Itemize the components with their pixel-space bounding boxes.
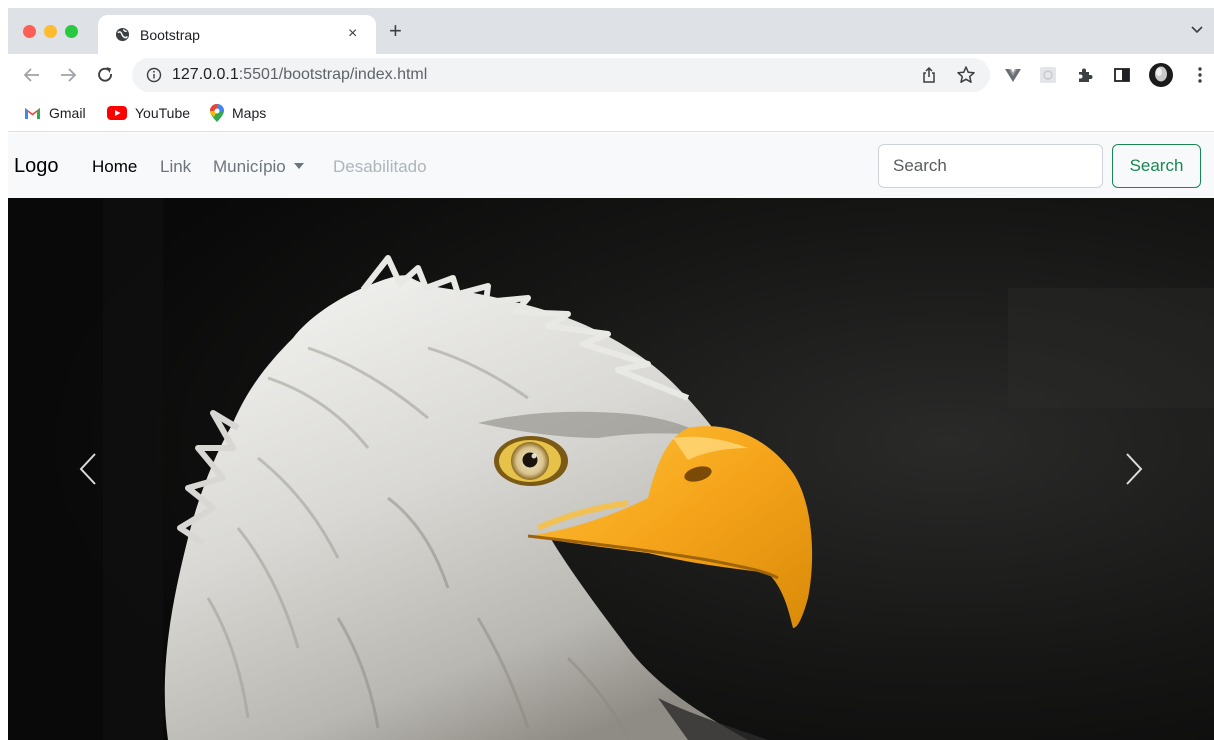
profile-avatar-icon[interactable] xyxy=(1148,62,1174,88)
navbar-brand[interactable]: Logo xyxy=(14,155,59,178)
carousel xyxy=(8,198,1214,740)
carousel-next-button[interactable] xyxy=(1054,198,1214,740)
close-tab-icon[interactable]: × xyxy=(348,25,357,43)
window-controls xyxy=(23,25,78,38)
nav-dropdown-label: Município xyxy=(213,157,286,176)
url-text: 127.0.0.1:5501/bootstrap/index.html xyxy=(172,66,427,84)
tab-strip: Bootstrap × + xyxy=(8,8,1214,54)
tab-title: Bootstrap xyxy=(140,27,200,43)
globe-icon xyxy=(115,27,130,42)
nav-dropdown-municipio[interactable]: Município xyxy=(213,157,304,177)
carousel-prev-button[interactable] xyxy=(8,198,168,740)
carousel-next-icon xyxy=(1126,453,1143,485)
bookmark-maps[interactable]: Maps xyxy=(210,103,266,123)
puzzle-extensions-icon[interactable] xyxy=(1075,65,1095,85)
bookmark-gmail[interactable]: Gmail xyxy=(24,103,86,123)
carousel-prev-icon xyxy=(79,453,96,485)
maps-icon xyxy=(210,104,224,122)
minimize-window-button[interactable] xyxy=(44,25,57,38)
vue-devtools-icon[interactable] xyxy=(1003,65,1023,85)
bookmarks-bar: Gmail YouTube Maps xyxy=(8,96,1214,132)
zoom-window-button[interactable] xyxy=(65,25,78,38)
browser-toolbar: 127.0.0.1:5501/bootstrap/index.html xyxy=(8,54,1214,96)
bookmark-label: Maps xyxy=(232,105,267,121)
more-menu-icon[interactable] xyxy=(1190,65,1210,85)
url-host: 127.0.0.1 xyxy=(172,66,239,83)
search-input[interactable] xyxy=(878,144,1103,188)
new-tab-button[interactable]: + xyxy=(389,20,402,42)
bookmark-label: YouTube xyxy=(135,105,191,121)
browser-tab[interactable]: Bootstrap × xyxy=(98,15,376,54)
url-path: :5501/bootstrap/index.html xyxy=(238,66,428,83)
nav-link-disabled: Desabilitado xyxy=(333,157,427,176)
extension-placeholder-icon[interactable] xyxy=(1038,65,1058,85)
bookmark-label: Gmail xyxy=(49,105,86,121)
bookmark-youtube[interactable]: YouTube xyxy=(107,103,190,123)
caret-down-icon xyxy=(293,163,304,169)
chevron-down-icon[interactable] xyxy=(1190,22,1204,36)
side-panel-icon[interactable] xyxy=(1112,65,1132,85)
site-navbar: Logo Home Link Município Desabilitado Se… xyxy=(8,133,1214,198)
gmail-icon xyxy=(25,107,40,119)
browser-window: Bootstrap × + 127.0.0.1:5501/bootstrap/i… xyxy=(8,8,1214,740)
youtube-icon xyxy=(107,106,127,120)
bald-eagle-head xyxy=(8,198,1214,740)
reload-icon[interactable] xyxy=(95,65,115,85)
search-button[interactable]: Search xyxy=(1112,144,1201,188)
share-icon[interactable] xyxy=(920,66,938,84)
address-bar[interactable]: 127.0.0.1:5501/bootstrap/index.html xyxy=(132,58,990,92)
back-arrow-icon[interactable] xyxy=(22,65,42,85)
nav-link-link[interactable]: Link xyxy=(160,157,191,177)
bookmark-star-icon[interactable] xyxy=(956,65,976,85)
forward-arrow-icon[interactable] xyxy=(58,65,78,85)
info-icon[interactable] xyxy=(146,67,162,83)
nav-link-home[interactable]: Home xyxy=(92,157,137,177)
close-window-button[interactable] xyxy=(23,25,36,38)
